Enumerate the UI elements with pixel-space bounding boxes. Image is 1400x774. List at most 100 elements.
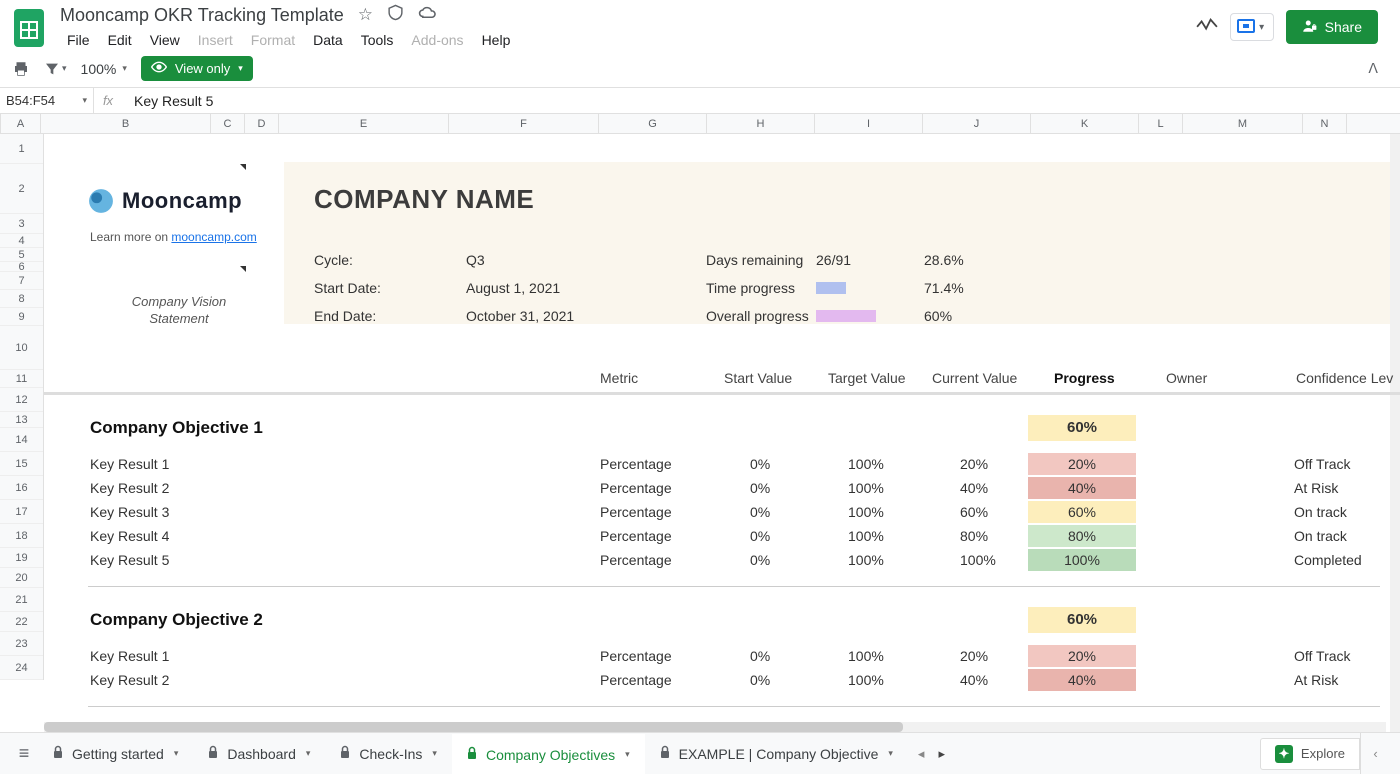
menu-tools[interactable]: Tools [354, 30, 401, 50]
cloud-status-icon[interactable] [418, 5, 437, 25]
row-header-6[interactable]: 6 [0, 262, 43, 272]
row-header-16[interactable]: 16 [0, 476, 43, 500]
side-panel-toggle-icon[interactable]: ‹ [1360, 733, 1390, 774]
kr-name: Key Result 5 [90, 552, 169, 568]
menu-data[interactable]: Data [306, 30, 350, 50]
col-header-L[interactable]: L [1139, 114, 1183, 133]
row-headers[interactable]: 123456789101112131415161718192021222324 [0, 134, 44, 680]
document-title[interactable]: Mooncamp OKR Tracking Template [60, 5, 344, 26]
row-header-12[interactable]: 12 [0, 388, 43, 412]
row-header-21[interactable]: 21 [0, 588, 43, 612]
row-header-4[interactable]: 4 [0, 234, 43, 248]
filter-icon[interactable]: ▾ [44, 61, 67, 77]
row-header-15[interactable]: 15 [0, 452, 43, 476]
row-header-8[interactable]: 8 [0, 290, 43, 308]
col-header-O[interactable]: O [1347, 114, 1400, 133]
row-header-3[interactable]: 3 [0, 214, 43, 234]
col-header-F[interactable]: F [449, 114, 599, 133]
row-header-23[interactable]: 23 [0, 632, 43, 656]
row-header-20[interactable]: 20 [0, 568, 43, 588]
row-header-13[interactable]: 13 [0, 412, 43, 428]
sheets-doc-icon[interactable] [12, 5, 46, 49]
print-icon[interactable] [12, 60, 30, 78]
kr-confidence: At Risk [1294, 672, 1338, 688]
sheet-tab-label: EXAMPLE | Company Objective [679, 746, 879, 762]
kr-current: 60% [960, 504, 988, 520]
activity-icon[interactable] [1196, 16, 1218, 39]
menu-edit[interactable]: Edit [101, 30, 139, 50]
col-header-G[interactable]: G [599, 114, 707, 133]
name-box-value: B54:F54 [6, 93, 55, 108]
learn-more-link[interactable]: mooncamp.com [171, 230, 256, 244]
scrollbar-thumb[interactable] [44, 722, 903, 732]
kr-current: 80% [960, 528, 988, 544]
row-header-7[interactable]: 7 [0, 272, 43, 290]
name-box[interactable]: B54:F54 ▾ [0, 88, 94, 114]
zoom-dropdown[interactable]: 100% ▾ [81, 61, 127, 77]
col-header-E[interactable]: E [279, 114, 449, 133]
spreadsheet-grid[interactable]: ABCDEFGHIJKLMNO 123456789101112131415161… [0, 114, 1400, 732]
move-icon[interactable] [387, 4, 404, 26]
kr-progress-badge: 40% [1028, 477, 1136, 499]
row-header-18[interactable]: 18 [0, 524, 43, 548]
days-remaining-label: Days remaining [706, 252, 803, 268]
explore-button[interactable]: ✦ Explore [1260, 738, 1360, 770]
sheet-tab[interactable]: Company Objectives ▾ [452, 734, 645, 774]
menu-add-ons: Add-ons [404, 30, 470, 50]
chevron-down-icon: ▾ [432, 748, 437, 759]
chevron-down-icon: ▾ [122, 63, 127, 74]
row-header-10[interactable]: 10 [0, 326, 43, 370]
sheet-tab[interactable]: Dashboard ▾ [193, 734, 325, 774]
sheet-tab[interactable]: Getting started ▾ [38, 734, 193, 774]
row-header-24[interactable]: 24 [0, 656, 43, 680]
kr-confidence: Off Track [1294, 648, 1351, 664]
col-header-M[interactable]: M [1183, 114, 1303, 133]
sheet-tab[interactable]: EXAMPLE | Company Objective ▾ [645, 734, 908, 774]
horizontal-scrollbar[interactable] [44, 722, 1386, 732]
col-header-C[interactable]: C [211, 114, 245, 133]
sheet-tab[interactable]: Check-Ins ▾ [325, 734, 452, 774]
row-header-19[interactable]: 19 [0, 548, 43, 568]
zoom-value: 100% [81, 61, 117, 77]
row-header-17[interactable]: 17 [0, 500, 43, 524]
header-value: Q3 [466, 252, 485, 268]
formula-value[interactable]: Key Result 5 [122, 93, 1400, 109]
row-header-22[interactable]: 22 [0, 612, 43, 632]
column-headers[interactable]: ABCDEFGHIJKLMNO [0, 114, 1400, 134]
col-header-N[interactable]: N [1303, 114, 1347, 133]
divider [88, 706, 1380, 707]
menu-help[interactable]: Help [475, 30, 518, 50]
row-header-5[interactable]: 5 [0, 248, 43, 262]
row-header-9[interactable]: 9 [0, 308, 43, 326]
tab-prev-icon[interactable]: ◂ [918, 746, 925, 762]
menu-view[interactable]: View [143, 30, 187, 50]
row-header-11[interactable]: 11 [0, 370, 43, 388]
row-header-2[interactable]: 2 [0, 164, 43, 214]
days-remaining-pct: 28.6% [924, 252, 964, 268]
mooncamp-logo: Mooncamp [88, 188, 242, 214]
col-header-K[interactable]: K [1031, 114, 1139, 133]
row-header-1[interactable]: 1 [0, 134, 43, 164]
share-button[interactable]: Share [1286, 10, 1378, 44]
all-sheets-icon[interactable]: ≡ [10, 743, 38, 764]
time-progress-bar [816, 282, 846, 294]
present-button[interactable]: ▾ [1230, 13, 1274, 41]
col-header-I[interactable]: I [815, 114, 923, 133]
row-header-14[interactable]: 14 [0, 428, 43, 452]
kr-start: 0% [750, 552, 770, 568]
chevron-down-icon: ▾ [306, 748, 311, 759]
col-header-B[interactable]: B [41, 114, 211, 133]
star-icon[interactable]: ☆ [358, 5, 373, 25]
vertical-scrollbar[interactable] [1390, 134, 1400, 732]
menu-file[interactable]: File [60, 30, 97, 50]
col-header-H[interactable]: H [707, 114, 815, 133]
collapse-toolbar-icon[interactable]: ᐱ [1368, 60, 1378, 77]
sheet-tab-label: Check-Ins [359, 746, 422, 762]
sheet-canvas[interactable]: Mooncamp Learn more on mooncamp.comCompa… [44, 134, 1400, 732]
col-header-J[interactable]: J [923, 114, 1031, 133]
kr-progress-badge: 100% [1028, 549, 1136, 571]
col-header-D[interactable]: D [245, 114, 279, 133]
view-only-button[interactable]: View only ▾ [141, 56, 253, 81]
col-header-A[interactable]: A [1, 114, 41, 133]
tab-next-icon[interactable]: ▸ [938, 746, 945, 762]
